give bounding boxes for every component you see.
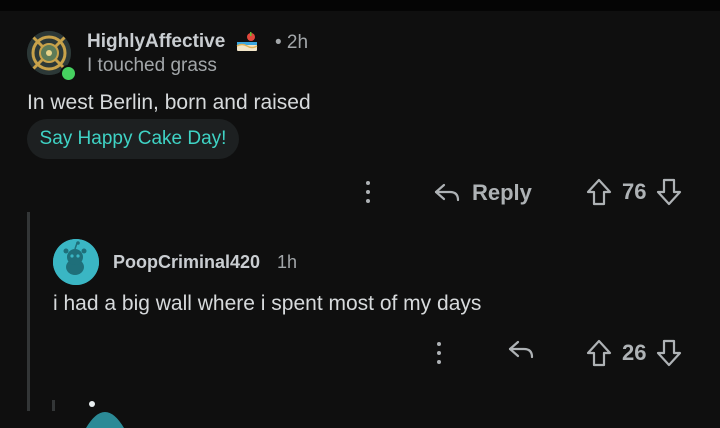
vote-score: 76 xyxy=(622,179,647,204)
next-reply-avatar-icon xyxy=(86,401,124,428)
reply-arrow-icon[interactable] xyxy=(508,340,534,362)
cake-day-icon xyxy=(236,32,258,51)
reply-body: i had a big wall where i spent most of m… xyxy=(53,292,482,315)
reply-more-options-icon[interactable] xyxy=(436,342,442,368)
thread-line[interactable] xyxy=(27,212,30,411)
snoo-avatar-icon xyxy=(53,239,99,285)
reply-button[interactable]: Reply xyxy=(434,178,532,208)
user-flair: I touched grass xyxy=(87,55,217,76)
nested-thread-line[interactable] xyxy=(52,400,55,411)
comment-username[interactable]: HighlyAffective xyxy=(87,31,225,53)
reply-username[interactable]: PoopCriminal420 xyxy=(113,252,260,273)
more-options-icon[interactable] xyxy=(365,181,371,207)
comment-timestamp: • 2h xyxy=(275,32,309,53)
say-happy-cake-day-button[interactable]: Say Happy Cake Day! xyxy=(27,119,239,159)
reply-user-avatar[interactable] xyxy=(53,239,99,285)
top-bar xyxy=(0,0,720,11)
reply-timestamp: 1h xyxy=(277,252,298,272)
downvote-icon[interactable] xyxy=(656,339,682,367)
comment-vote-group: 76 xyxy=(586,178,682,206)
reply-vote-score: 26 xyxy=(622,340,647,365)
online-status-indicator xyxy=(60,65,77,82)
comment-body: In west Berlin, born and raised xyxy=(27,91,311,114)
reply-label: Reply xyxy=(472,180,532,205)
upvote-icon[interactable] xyxy=(586,339,612,367)
reply-vote-group: 26 xyxy=(586,339,682,367)
reply-arrow-icon xyxy=(434,183,460,202)
downvote-icon[interactable] xyxy=(656,178,682,206)
upvote-icon[interactable] xyxy=(586,178,612,206)
